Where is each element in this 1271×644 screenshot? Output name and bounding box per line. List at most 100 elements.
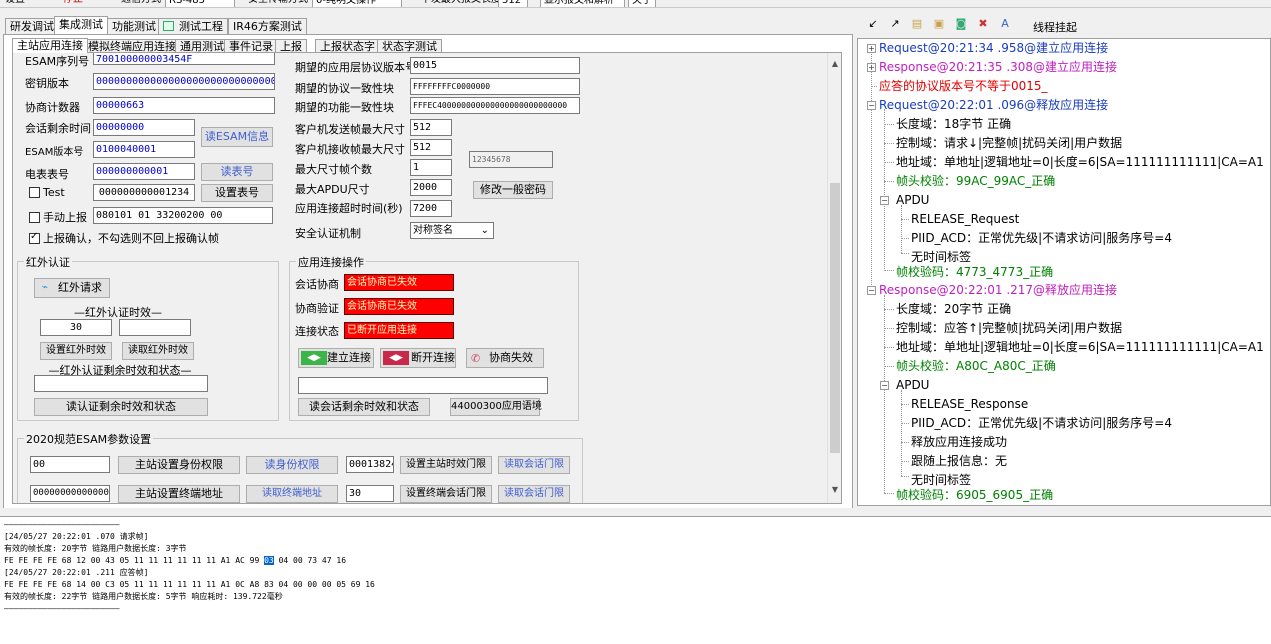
- infrared-valid-field[interactable]: 30: [40, 319, 112, 336]
- about-button[interactable]: 关于: [628, 0, 656, 7]
- tree-node-header-check[interactable]: 帧头校验：A80C_A80C_正确: [896, 358, 1056, 374]
- set-identity-button[interactable]: 主站设置身份权限: [118, 456, 240, 474]
- manual-report-field[interactable]: 080101 01 33200200 00: [93, 207, 273, 224]
- tree-node-length[interactable]: 长度域：18字节 正确: [896, 116, 1011, 132]
- clear-icon[interactable]: ✖: [975, 16, 991, 32]
- connect-button[interactable]: ◀▶ 建立连接: [298, 348, 374, 368]
- tree-node-response-2[interactable]: Response@20:22:01 .217@释放应用连接: [879, 282, 1117, 298]
- tree-node-request-2[interactable]: Request@20:22:01 .096@释放应用连接: [879, 97, 1108, 113]
- max-apdu-field[interactable]: 2000: [410, 179, 452, 196]
- esam-serial-field[interactable]: 700100000003454F: [93, 53, 275, 65]
- scroll-down-icon[interactable]: ▼: [828, 483, 841, 497]
- client-recv-field[interactable]: 512: [410, 139, 452, 156]
- test-field[interactable]: 000000000001234: [93, 184, 195, 201]
- clipboard-icon[interactable]: ▣: [931, 16, 947, 32]
- tree-node-release-request[interactable]: RELEASE_Request: [911, 211, 1019, 227]
- read-infrared-remain-button[interactable]: 读认证剩余时效和状态: [34, 398, 208, 416]
- security-select[interactable]: 0-纯明文操作: [312, 0, 402, 7]
- tree-node-no-timetag[interactable]: 无时间标签: [911, 249, 971, 265]
- protocol-consistency-field[interactable]: FFFFFFFFC0000000: [410, 78, 580, 95]
- infrared-request-button[interactable]: ⌁ 红外请求: [34, 278, 110, 298]
- tree-node-release-success[interactable]: 释放应用连接成功: [911, 434, 1007, 450]
- app-context-button[interactable]: 44000300应用语境: [450, 398, 542, 416]
- thread-suspend-button[interactable]: 线程挂起: [1033, 19, 1077, 35]
- max-window-field[interactable]: 1: [410, 159, 452, 176]
- copy-icon[interactable]: ▤: [909, 16, 925, 32]
- report-confirm-check-box[interactable]: [29, 231, 40, 244]
- tree-node-length[interactable]: 长度域：20字节 正确: [896, 301, 1011, 317]
- report-confirm-checkbox[interactable]: 上报确认，不勾选则不回上报确认帧: [29, 230, 219, 246]
- tab-function-test[interactable]: 功能测试: [107, 18, 161, 34]
- tab-ir46-test[interactable]: IR46方案测试: [228, 18, 307, 34]
- negotiation-fail-button[interactable]: ✆ 协商失效: [466, 348, 544, 368]
- stop-button[interactable]: 停止: [60, 0, 86, 7]
- test-check-box[interactable]: [29, 187, 40, 198]
- tree-node-address[interactable]: 地址域：单地址|逻辑地址=0|长度=6|SA=111111111111|CA=A…: [896, 154, 1264, 170]
- manual-report-checkbox[interactable]: 手动上报: [29, 209, 87, 225]
- tree-node-follow-report[interactable]: 跟随上报信息：无: [911, 453, 1007, 469]
- esam-version-field[interactable]: 0100040001: [93, 141, 195, 158]
- tab-integration-test[interactable]: 集成测试: [54, 16, 108, 34]
- scroll-up-icon[interactable]: ▲: [828, 57, 841, 71]
- negotiation-counter-field[interactable]: 00000663: [93, 97, 275, 114]
- change-password-button[interactable]: 修改一般密码: [473, 181, 553, 199]
- disconnect-button[interactable]: ◀▶ 断开连接: [380, 348, 456, 368]
- tree-node-piid[interactable]: PIID_ACD：正常优先级|不请求访问|服务序号=4: [911, 415, 1172, 431]
- app-protocol-field[interactable]: 0015: [410, 57, 580, 74]
- tree-node-error[interactable]: 应答的协议版本号不等于0015_: [879, 78, 1048, 94]
- scroll-thumb[interactable]: [830, 183, 840, 453]
- set-infrared-button[interactable]: 设置红外时效: [40, 342, 112, 360]
- font-icon[interactable]: A: [997, 16, 1013, 32]
- read-identity-button[interactable]: 读身份权限: [246, 456, 338, 474]
- tree-node-no-timetag[interactable]: 无时间标签: [911, 472, 971, 488]
- tree-node-frame-check[interactable]: 帧校验码：4773_4773_正确: [896, 264, 1053, 280]
- tree-node-release-response[interactable]: RELEASE_Response: [911, 396, 1028, 412]
- expand-icon[interactable]: +: [867, 63, 876, 72]
- tab-test-project[interactable]: 测试工程: [158, 18, 228, 34]
- save-icon[interactable]: ◙: [953, 16, 969, 32]
- expand-icon[interactable]: +: [867, 44, 876, 53]
- terminal-limit-field[interactable]: 30: [346, 485, 394, 502]
- tree-node-frame-check[interactable]: 帧校验码：6905_6905_正确: [896, 487, 1053, 503]
- tab-rd-debug[interactable]: 研发调试: [5, 18, 59, 34]
- client-send-field[interactable]: 512: [410, 119, 452, 136]
- infrared-valid-field-2[interactable]: [119, 319, 191, 336]
- settings-menu[interactable]: 设置: [2, 0, 28, 7]
- read-terminal-limit-button[interactable]: 读取会话门限: [498, 485, 570, 503]
- tree-node-header-check[interactable]: 帧头校验：99AC_99AC_正确: [896, 173, 1055, 189]
- tree-node-response-1[interactable]: Response@20:21:35 .308@建立应用连接: [879, 59, 1117, 75]
- function-consistency-field[interactable]: FFFEC400000000000000000000000000: [410, 97, 580, 114]
- identity-input[interactable]: 00: [30, 456, 110, 473]
- set-meter-button[interactable]: 设置表号: [201, 184, 273, 202]
- terminal-address-input[interactable]: 000000000000000: [30, 485, 110, 502]
- expand-icon[interactable]: ↗: [887, 16, 903, 32]
- session-remain-field[interactable]: [298, 377, 548, 394]
- set-master-limit-button[interactable]: 设置主站时效门限: [400, 456, 492, 474]
- collapse-icon[interactable]: −: [867, 286, 876, 295]
- tree-node-address[interactable]: 地址域：单地址|逻辑地址=0|长度=6|SA=111111111111|CA=A…: [896, 339, 1264, 355]
- session-remaining-field[interactable]: 00000000: [93, 119, 195, 136]
- collapse-icon[interactable]: −: [880, 381, 889, 390]
- splitter[interactable]: [0, 508, 1271, 516]
- infrared-remain-field[interactable]: [34, 375, 208, 392]
- read-meter-button[interactable]: 读表号: [201, 163, 273, 181]
- collapse-icon[interactable]: −: [867, 101, 876, 110]
- display-mode-select[interactable]: 显示报文和解析: [540, 0, 625, 7]
- read-esam-button[interactable]: 读ESAM信息: [201, 127, 273, 147]
- tree-node-control[interactable]: 控制域：请求↓|完整帧|扰码关闭|用户数据: [896, 135, 1122, 151]
- read-session-limit-button[interactable]: 读取会话门限: [498, 456, 570, 474]
- key-version-field[interactable]: 00000000000000000000000000000000: [93, 73, 275, 90]
- max-len-input[interactable]: 512: [498, 0, 528, 7]
- manual-report-check-box[interactable]: [29, 212, 40, 223]
- collapse-icon[interactable]: −: [880, 196, 889, 205]
- test-checkbox[interactable]: Test: [29, 186, 65, 199]
- read-terminal-address-button[interactable]: 读取终端地址: [246, 485, 338, 503]
- collapse-icon[interactable]: ↙: [865, 16, 881, 32]
- subtab-master-connect[interactable]: 主站应用连接: [12, 38, 88, 53]
- set-terminal-address-button[interactable]: 主站设置终端地址: [118, 485, 240, 503]
- frame-log[interactable]: ———————————————————————— [24/05/27 20:22…: [0, 516, 1271, 644]
- panel-scrollbar[interactable]: ▲ ▼: [827, 53, 841, 503]
- comm-mode-select[interactable]: RS-485: [165, 0, 235, 7]
- auth-select[interactable]: 对称签名 ⌄: [410, 222, 494, 239]
- read-session-remain-button[interactable]: 读会话剩余时效和状态: [298, 398, 430, 416]
